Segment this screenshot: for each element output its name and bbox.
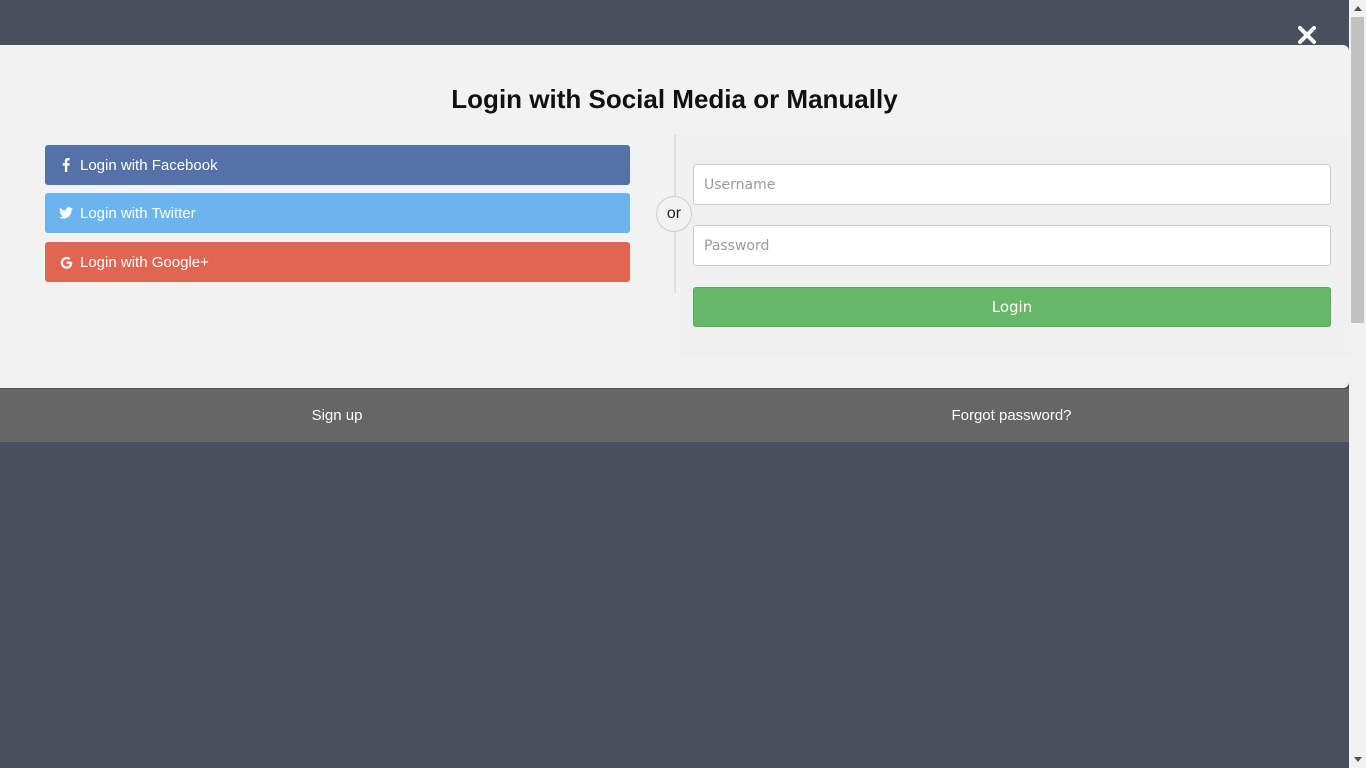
facebook-label: Login with Facebook: [80, 156, 218, 174]
scroll-up-button[interactable]: [1349, 0, 1366, 17]
close-icon: [1298, 26, 1316, 44]
scrollbar-thumb[interactable]: [1351, 17, 1364, 323]
google-icon: [59, 255, 73, 269]
or-label: or: [666, 205, 682, 222]
page: Login with Social Media or Manually Logi…: [0, 0, 1366, 768]
login-facebook-button[interactable]: Login with Facebook: [45, 145, 630, 185]
username-input[interactable]: [693, 164, 1331, 205]
password-input[interactable]: [693, 225, 1331, 266]
twitter-icon: [59, 206, 73, 220]
signup-link[interactable]: Sign up: [0, 389, 674, 442]
footer-bar: Sign up Forgot password?: [0, 389, 1349, 442]
vertical-scrollbar[interactable]: [1349, 0, 1366, 768]
scroll-down-button[interactable]: [1349, 751, 1366, 768]
login-twitter-button[interactable]: Login with Twitter: [45, 193, 630, 233]
login-button[interactable]: Login: [693, 287, 1331, 327]
modal-title: Login with Social Media or Manually: [451, 84, 898, 114]
facebook-icon: [59, 158, 73, 172]
login-google-button[interactable]: Login with Google+: [45, 242, 630, 282]
chevron-up-icon: [1353, 6, 1362, 11]
or-separator: or: [656, 196, 692, 232]
forgot-password-link[interactable]: Forgot password?: [674, 389, 1349, 442]
chevron-down-icon: [1353, 757, 1362, 762]
login-button-label: Login: [991, 298, 1033, 316]
twitter-label: Login with Twitter: [80, 204, 196, 222]
google-label: Login with Google+: [80, 253, 209, 271]
